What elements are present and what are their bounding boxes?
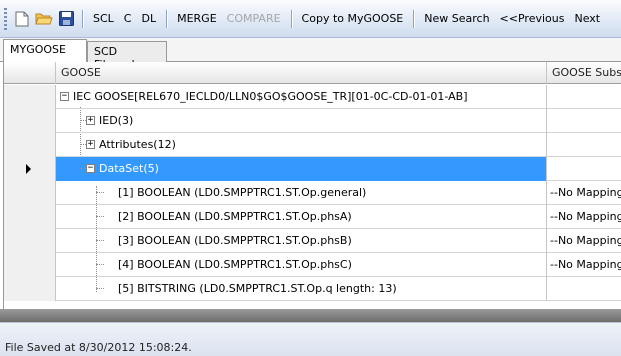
goose-subs-cell[interactable] xyxy=(547,157,621,181)
merge-button[interactable]: MERGE xyxy=(172,8,222,30)
tree-cell[interactable]: [2] BOOLEAN (LD0.SMPPTRC1.ST.Op.phsA) xyxy=(56,205,547,229)
tree-node-label: [1] BOOLEAN (LD0.SMPPTRC1.ST.Op.general) xyxy=(118,186,367,199)
new-file-icon[interactable] xyxy=(11,8,33,30)
tab-scd-file[interactable]: SCD File.scd xyxy=(87,41,167,71)
toolbar: SCL C DL MERGE COMPARE Copy to MyGOOSE N… xyxy=(0,0,621,38)
row-selector[interactable] xyxy=(4,229,56,253)
column-header-goose-subs[interactable]: GOOSE Subs xyxy=(547,62,621,84)
open-folder-icon[interactable] xyxy=(33,8,55,30)
current-row-arrow-icon xyxy=(26,164,31,174)
tab-mygoose[interactable]: MYGOOSE xyxy=(3,39,87,63)
dataset-member-row[interactable]: [4] BOOLEAN (LD0.SMPPTRC1.ST.Op.phsC) --… xyxy=(4,253,621,277)
status-bar: File Saved at 8/30/2012 15:08:24. xyxy=(0,322,621,356)
toolbar-separator xyxy=(290,9,292,28)
toolbar-separator xyxy=(166,9,168,28)
goose-subs-cell[interactable] xyxy=(547,277,621,301)
row-selector[interactable] xyxy=(4,157,56,181)
goose-subs-cell[interactable] xyxy=(547,133,621,157)
tree-node-label: Attributes(12) xyxy=(99,138,176,151)
grid-header: GOOSE GOOSE Subs xyxy=(4,62,621,84)
tree-row-attributes[interactable]: + Attributes(12) xyxy=(4,133,621,157)
tree-node-label: IED(3) xyxy=(99,114,134,127)
copy-to-mygoose-button[interactable]: Copy to MyGOOSE xyxy=(297,8,409,30)
tree-cell[interactable]: [3] BOOLEAN (LD0.SMPPTRC1.ST.Op.phsB) xyxy=(56,229,547,253)
tree-line xyxy=(96,288,104,289)
collapse-toggle[interactable]: − xyxy=(60,92,69,101)
row-selector[interactable] xyxy=(4,181,56,205)
column-header-goose[interactable]: GOOSE xyxy=(56,62,547,84)
row-selector[interactable] xyxy=(4,109,56,133)
row-selector[interactable] xyxy=(4,85,56,109)
goose-subs-cell[interactable]: --No Mapping xyxy=(547,181,621,205)
goose-subs-cell[interactable] xyxy=(547,109,621,133)
row-selector[interactable] xyxy=(4,277,56,301)
toolbar-grip[interactable] xyxy=(4,7,7,30)
expand-toggle[interactable]: + xyxy=(86,140,95,149)
row-selector[interactable] xyxy=(4,205,56,229)
dataset-member-row[interactable]: [5] BITSTRING (LD0.SMPPTRC1.ST.Op.q leng… xyxy=(4,277,621,301)
tree-row-dataset[interactable]: − DataSet(5) xyxy=(4,157,621,181)
tree-cell[interactable]: [5] BITSTRING (LD0.SMPPTRC1.ST.Op.q leng… xyxy=(56,277,547,301)
tree-cell[interactable]: [1] BOOLEAN (LD0.SMPPTRC1.ST.Op.general) xyxy=(56,181,547,205)
tree-cell[interactable]: [4] BOOLEAN (LD0.SMPPTRC1.ST.Op.phsC) xyxy=(56,253,547,277)
tree-row-goose[interactable]: − IEC GOOSE[REL670_IECLD0/LLN0$GO$GOOSE_… xyxy=(4,85,621,109)
expand-toggle[interactable]: + xyxy=(86,116,95,125)
toolbar-separator xyxy=(413,9,415,28)
scl-button[interactable]: SCL xyxy=(88,8,119,30)
dl-button[interactable]: DL xyxy=(136,8,161,30)
row-selector-header xyxy=(4,62,56,84)
save-icon[interactable] xyxy=(55,8,77,30)
tree-line xyxy=(96,240,104,241)
collapse-toggle[interactable]: − xyxy=(86,164,95,173)
tree-cell[interactable]: − DataSet(5) xyxy=(56,157,547,181)
tree-cell[interactable]: + IED(3) xyxy=(56,109,547,133)
tree-node-label: [2] BOOLEAN (LD0.SMPPTRC1.ST.Op.phsA) xyxy=(118,210,352,223)
dataset-member-row[interactable]: [2] BOOLEAN (LD0.SMPPTRC1.ST.Op.phsA) --… xyxy=(4,205,621,229)
goose-tree-grid: GOOSE GOOSE Subs − IEC GOOSE[REL670_IECL… xyxy=(3,62,621,322)
goose-subs-cell[interactable]: --No Mapping xyxy=(547,205,621,229)
tree-line xyxy=(96,192,104,193)
tree-node-label: [5] BITSTRING (LD0.SMPPTRC1.ST.Op.q leng… xyxy=(118,282,397,295)
tree-node-label: DataSet(5) xyxy=(99,162,159,175)
previous-button[interactable]: <<Previous xyxy=(495,8,570,30)
tree-line xyxy=(96,216,104,217)
goose-subs-cell[interactable] xyxy=(547,85,621,109)
dataset-member-row[interactable]: [3] BOOLEAN (LD0.SMPPTRC1.ST.Op.phsB) --… xyxy=(4,229,621,253)
tab-strip: MYGOOSE SCD File.scd xyxy=(0,38,621,71)
compare-button[interactable]: COMPARE xyxy=(222,8,286,30)
tree-line xyxy=(96,264,104,265)
tree-node-label: [3] BOOLEAN (LD0.SMPPTRC1.ST.Op.phsB) xyxy=(118,234,352,247)
tree-node-label: [4] BOOLEAN (LD0.SMPPTRC1.ST.Op.phsC) xyxy=(118,258,352,271)
horizontal-scrollbar[interactable] xyxy=(0,309,621,322)
dataset-member-row[interactable]: [1] BOOLEAN (LD0.SMPPTRC1.ST.Op.general)… xyxy=(4,181,621,205)
tree-cell[interactable]: − IEC GOOSE[REL670_IECLD0/LLN0$GO$GOOSE_… xyxy=(56,85,547,109)
goose-subs-cell[interactable]: --No Mapping xyxy=(547,229,621,253)
goose-subs-cell[interactable]: --No Mapping xyxy=(547,253,621,277)
c-button[interactable]: C xyxy=(119,8,137,30)
next-button[interactable]: Next xyxy=(569,8,605,30)
row-selector[interactable] xyxy=(4,133,56,157)
new-search-button[interactable]: New Search xyxy=(419,8,494,30)
toolbar-separator xyxy=(82,9,83,28)
status-message: File Saved at 8/30/2012 15:08:24. xyxy=(5,341,192,354)
tree-node-label: IEC GOOSE[REL670_IECLD0/LLN0$GO$GOOSE_TR… xyxy=(73,90,468,103)
tree-cell[interactable]: + Attributes(12) xyxy=(56,133,547,157)
row-selector[interactable] xyxy=(4,253,56,277)
tree-row-ied[interactable]: + IED(3) xyxy=(4,109,621,133)
